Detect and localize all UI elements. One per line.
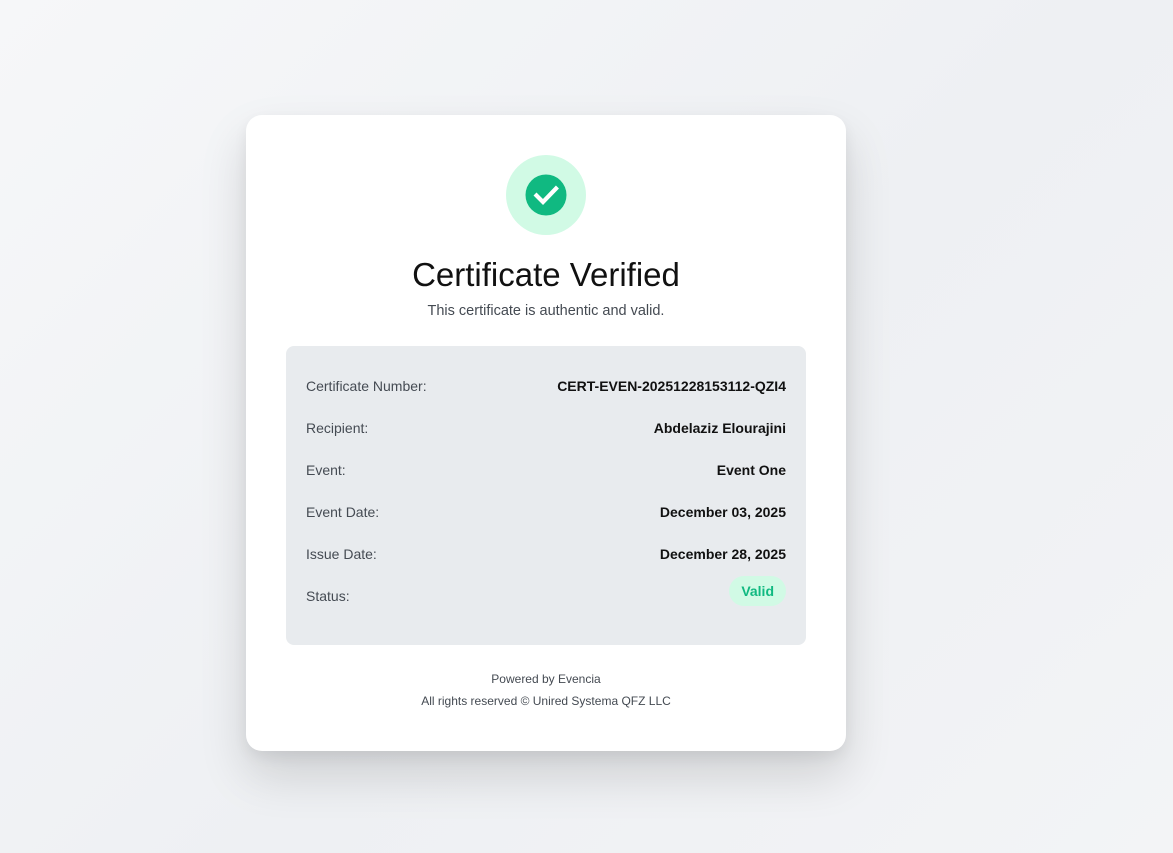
page-title: Certificate Verified bbox=[412, 256, 680, 293]
detail-row-event: Event: Event One bbox=[306, 460, 786, 480]
certificate-details-panel: Certificate Number: CERT-EVEN-2025122815… bbox=[286, 346, 806, 645]
certificate-number-label: Certificate Number: bbox=[306, 378, 427, 394]
status-badge: Valid bbox=[729, 576, 786, 606]
event-date-value: December 03, 2025 bbox=[659, 504, 786, 520]
certificate-number-value: CERT-EVEN-20251228153112-QZI4 bbox=[557, 378, 786, 394]
status-label: Status: bbox=[306, 588, 350, 604]
page-subtitle: This certificate is authentic and valid. bbox=[427, 303, 665, 319]
verification-card: Certificate Verified This certificate is… bbox=[246, 115, 846, 751]
event-date-label: Event Date: bbox=[306, 504, 380, 520]
recipient-label: Recipient: bbox=[306, 420, 369, 436]
verified-badge bbox=[506, 155, 586, 235]
copyright-text: All rights reserved © Unired Systema QFZ… bbox=[421, 694, 671, 708]
issue-date-label: Issue Date: bbox=[306, 546, 377, 562]
event-label: Event: bbox=[306, 462, 346, 478]
detail-row-event-date: Event Date: December 03, 2025 bbox=[306, 502, 786, 522]
recipient-value: Abdelaziz Elourajini bbox=[653, 420, 786, 436]
detail-row-recipient: Recipient: Abdelaziz Elourajini bbox=[306, 418, 786, 438]
detail-row-issue-date: Issue Date: December 28, 2025 bbox=[306, 544, 786, 564]
issue-date-value: December 28, 2025 bbox=[659, 546, 786, 562]
detail-row-status: Status: Valid bbox=[306, 576, 786, 606]
powered-by-text: Powered by Evencia bbox=[491, 672, 601, 686]
check-circle-icon bbox=[525, 174, 567, 216]
event-value: Event One bbox=[716, 462, 786, 478]
detail-row-certificate-number: Certificate Number: CERT-EVEN-2025122815… bbox=[306, 376, 786, 396]
